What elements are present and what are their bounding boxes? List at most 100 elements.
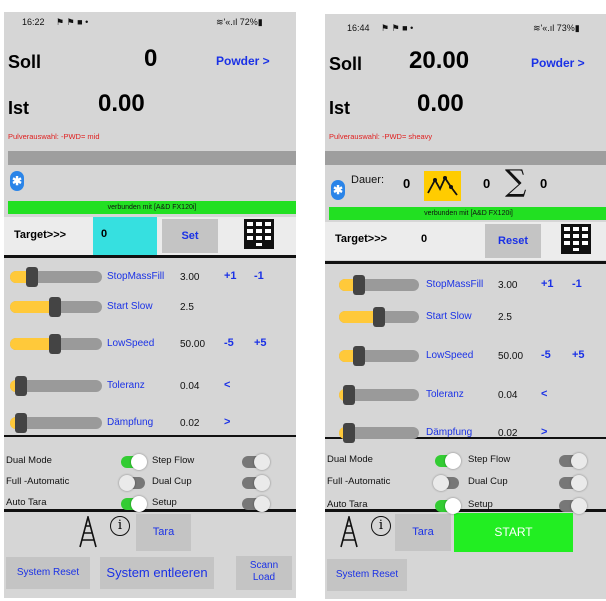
dauer-value: 0 xyxy=(403,176,411,191)
slider-value: 50.00 xyxy=(180,339,206,350)
system-entleeren-button[interactable]: System entleeren xyxy=(100,557,214,589)
toggle-switch[interactable] xyxy=(121,454,147,470)
set-button[interactable]: Set xyxy=(162,219,218,253)
toggle-switch[interactable] xyxy=(433,475,459,491)
adjust-button[interactable]: -5 xyxy=(541,349,551,361)
switch-label: Auto Tara xyxy=(6,497,47,508)
toggle-switch[interactable] xyxy=(119,475,145,491)
toggle-knob xyxy=(571,475,587,491)
ladder-icon[interactable] xyxy=(337,513,361,548)
adjust-button[interactable]: -1 xyxy=(254,270,264,282)
toggle-switch[interactable] xyxy=(242,475,270,491)
soll-label: Soll xyxy=(8,52,42,72)
status-time: 16:22 xyxy=(22,17,45,27)
target-label: Target>>> xyxy=(14,229,67,241)
info-icon[interactable]: i xyxy=(110,516,130,536)
slider-label: StopMassFill xyxy=(107,271,165,282)
toggle-switch[interactable] xyxy=(242,454,270,470)
connection-status: verbunden mit [A&D FX120i] xyxy=(8,201,296,214)
adjust-button[interactable]: +1 xyxy=(224,270,237,282)
switch-label: Dual Cup xyxy=(152,476,192,487)
slider-thumb[interactable] xyxy=(15,413,27,433)
slider-label: Start Slow xyxy=(426,311,472,322)
soll-value: 0 xyxy=(144,45,158,72)
toggle-switch[interactable] xyxy=(121,496,147,512)
progress-bar xyxy=(325,151,606,165)
slider-label: StopMassFill xyxy=(426,279,484,290)
phone-screen-2: 16:44 ⚑ ⚑ ■ • ≋'«.ıl 73%▮ Soll 20.00 Pow… xyxy=(325,14,606,599)
toggle-switch[interactable] xyxy=(559,453,587,469)
adjust-button[interactable]: -1 xyxy=(572,278,582,290)
powder-link[interactable]: Powder > xyxy=(216,54,270,68)
sum-icon[interactable]: ∑ xyxy=(505,164,526,199)
slider-label: Toleranz xyxy=(107,380,145,391)
progress-bar xyxy=(8,151,296,165)
adjust-button[interactable]: +5 xyxy=(572,349,585,361)
adjust-button[interactable]: < xyxy=(541,388,547,400)
info-icon[interactable]: i xyxy=(371,516,391,536)
adjust-button[interactable]: +5 xyxy=(254,337,267,349)
slider-thumb[interactable] xyxy=(353,275,365,295)
adjust-button[interactable]: > xyxy=(541,426,547,438)
pulverauswahl-text: Pulverauswahl: -PWD= mid xyxy=(8,132,100,141)
slider-thumb[interactable] xyxy=(49,334,61,354)
toggle-switch[interactable] xyxy=(435,498,461,514)
battery-status: ≋'«.ıl 73%▮ xyxy=(533,23,580,33)
scann-load-button[interactable]: Scann Load xyxy=(236,556,292,590)
dauer-label: Dauer: xyxy=(351,174,385,186)
sum-value: 0 xyxy=(540,176,548,191)
tara-button[interactable]: Tara xyxy=(395,514,451,551)
keypad-icon[interactable] xyxy=(561,224,591,254)
slider-fill xyxy=(10,301,51,313)
slider-label: Toleranz xyxy=(426,389,464,400)
slider-label: LowSpeed xyxy=(426,350,474,361)
slider-track[interactable] xyxy=(339,279,419,291)
status-time: 16:44 xyxy=(347,23,370,33)
slider-value: 2.5 xyxy=(180,302,194,313)
adjust-button[interactable]: < xyxy=(224,379,230,391)
toggle-knob xyxy=(571,498,587,514)
bluetooth-icon[interactable]: ✱ xyxy=(10,171,24,191)
switch-label: Auto Tara xyxy=(327,499,368,510)
toggle-knob xyxy=(254,475,270,491)
slider-thumb[interactable] xyxy=(353,346,365,366)
reset-button[interactable]: Reset xyxy=(485,224,541,258)
ist-label: Ist xyxy=(329,98,351,118)
adjust-button[interactable]: +1 xyxy=(541,278,554,290)
slider-fill xyxy=(339,311,375,323)
slider-thumb[interactable] xyxy=(373,307,385,327)
slider-thumb[interactable] xyxy=(343,385,355,405)
connection-status: verbunden mit [A&D FX120i] xyxy=(329,207,606,220)
tara-button[interactable]: Tara xyxy=(136,514,191,551)
target-value[interactable]: 0 xyxy=(421,233,427,245)
slider-thumb[interactable] xyxy=(15,376,27,396)
toggle-switch[interactable] xyxy=(242,496,270,512)
keypad-icon[interactable] xyxy=(244,219,274,249)
ladder-icon[interactable] xyxy=(76,513,100,548)
section-divider xyxy=(4,435,296,437)
toggle-switch[interactable] xyxy=(435,453,461,469)
powder-link[interactable]: Powder > xyxy=(531,56,585,70)
slider-label: Dämpfung xyxy=(107,417,154,428)
ist-label: Ist xyxy=(8,98,30,118)
slider-thumb[interactable] xyxy=(26,267,38,287)
slider-fill xyxy=(10,338,51,350)
wave-value: 0 xyxy=(483,176,491,191)
system-reset-button[interactable]: System Reset xyxy=(327,559,407,591)
bluetooth-icon[interactable]: ✱ xyxy=(331,180,345,200)
toggle-switch[interactable] xyxy=(559,498,587,514)
adjust-button[interactable]: > xyxy=(224,416,230,428)
wave-icon[interactable] xyxy=(424,171,461,201)
toggle-knob xyxy=(254,496,270,512)
target-value[interactable]: 0 xyxy=(101,228,107,240)
toggle-knob xyxy=(445,498,461,514)
slider-track[interactable] xyxy=(339,350,419,362)
toggle-switch[interactable] xyxy=(559,475,587,491)
scann-label: Scann xyxy=(249,560,279,571)
start-button[interactable]: START xyxy=(454,513,573,552)
slider-track[interactable] xyxy=(10,271,102,283)
slider-thumb[interactable] xyxy=(343,423,355,443)
slider-thumb[interactable] xyxy=(49,297,61,317)
adjust-button[interactable]: -5 xyxy=(224,337,234,349)
system-reset-button[interactable]: System Reset xyxy=(6,557,90,589)
